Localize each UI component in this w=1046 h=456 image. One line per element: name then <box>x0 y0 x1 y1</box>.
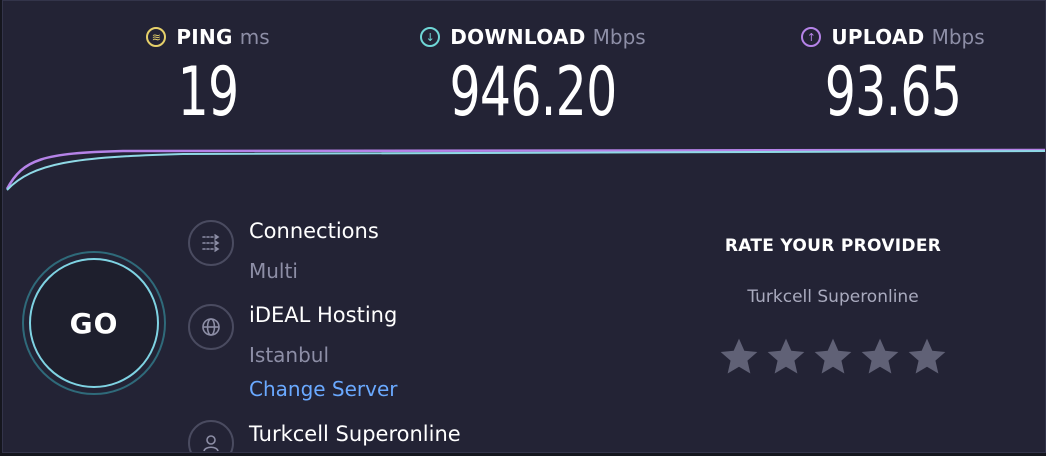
download-curve <box>6 150 1045 191</box>
star-icon[interactable] <box>858 335 902 379</box>
change-server-link[interactable]: Change Server <box>249 377 398 401</box>
ping-unit: ms <box>239 25 270 49</box>
connections-value: Multi <box>249 259 298 283</box>
ping-icon: ≋ <box>146 27 167 47</box>
ping-label: PING <box>176 25 233 49</box>
speed-graph <box>5 148 1045 191</box>
rate-provider-title: RATE YOUR PROVIDER <box>724 236 942 256</box>
download-label: DOWNLOAD <box>450 25 586 49</box>
download-unit: Mbps <box>592 25 646 49</box>
server-location: Istanbul <box>249 343 330 367</box>
rate-provider-isp: Turkcell Superonline <box>747 287 919 307</box>
go-button-label[interactable]: GO <box>29 258 159 388</box>
connections-title: Connections <box>249 219 379 243</box>
go-button[interactable]: GO <box>22 251 166 395</box>
upload-label: UPLOAD <box>831 25 925 49</box>
star-icon[interactable] <box>811 335 855 379</box>
download-arrow-icon: ↓ <box>420 27 441 47</box>
upload-unit: Mbps <box>931 25 985 49</box>
upload-arrow-icon: ↑ <box>801 27 822 47</box>
star-icon[interactable] <box>764 335 808 379</box>
ping-value: 19 <box>177 53 240 132</box>
download-metric: ↓ DOWNLOAD Mbps 946.20 <box>393 23 673 127</box>
upload-metric: ↑ UPLOAD Mbps 93.65 <box>773 23 1013 127</box>
speedtest-panel: ≋ PING ms 19 ↓ DOWNLOAD Mbps 946.20 ↑ UP… <box>2 0 1046 453</box>
provider-name: Turkcell Superonline <box>249 422 461 446</box>
globe-icon <box>188 304 234 350</box>
upload-curve <box>5 148 1045 190</box>
connections-icon <box>188 220 234 266</box>
ping-metric: ≋ PING ms 19 <box>123 23 293 127</box>
star-rating[interactable] <box>717 335 952 379</box>
upload-value: 93.65 <box>824 53 962 132</box>
user-icon <box>188 420 234 452</box>
star-icon[interactable] <box>905 335 949 379</box>
star-icon[interactable] <box>717 335 761 379</box>
download-value: 946.20 <box>449 53 618 132</box>
server-name: iDEAL Hosting <box>249 303 398 327</box>
